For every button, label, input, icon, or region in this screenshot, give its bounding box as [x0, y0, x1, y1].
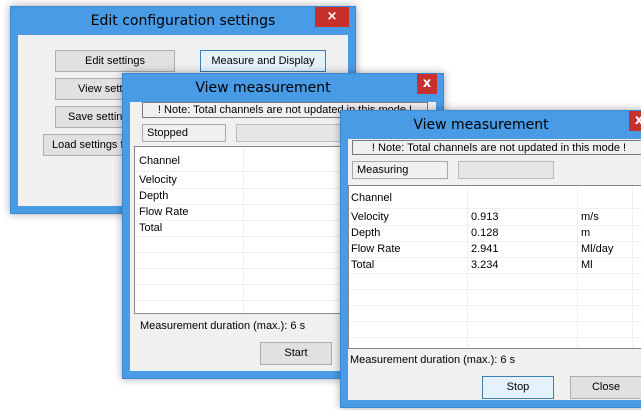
table-header-row: Channel	[349, 188, 641, 209]
start-button[interactable]: Start	[260, 342, 332, 365]
view-measurement-window-measuring: View measurement x ! Note: Total channel…	[340, 110, 641, 408]
table-row	[349, 305, 641, 322]
column-header-channel: Channel	[351, 192, 392, 204]
measurement-duration-label: Measurement duration (max.): 6 s	[350, 354, 516, 366]
channel-name: Flow Rate	[139, 206, 189, 218]
channel-name: Velocity	[351, 211, 389, 223]
view-window-stopped-close-button[interactable]: x	[417, 74, 437, 94]
table-row: Depth 0.128 m	[349, 225, 641, 242]
total-channels-note: ! Note: Total channels are not updated i…	[352, 140, 641, 155]
channel-unit: m/s	[581, 211, 599, 223]
view-window-measuring-body: ! Note: Total channels are not updated i…	[348, 139, 641, 400]
channel-name: Velocity	[139, 174, 177, 186]
measurement-duration-label: Measurement duration (max.): 6 s	[140, 320, 306, 332]
channel-value: 0.128	[471, 227, 499, 239]
view-window-measuring-close-button[interactable]: x	[629, 111, 641, 131]
channel-value: 2.941	[471, 243, 499, 255]
channel-value: 0.913	[471, 211, 499, 223]
view-window-stopped-title: View measurement	[195, 80, 331, 96]
channel-unit: Ml	[581, 259, 593, 271]
channel-unit: Ml/day	[581, 243, 614, 255]
edit-settings-button[interactable]: Edit settings	[55, 50, 175, 72]
view-window-measuring-title: View measurement	[413, 117, 549, 133]
column-header-channel: Channel	[139, 155, 180, 167]
table-row: Total 3.234 Ml	[349, 257, 641, 274]
config-window-title: Edit configuration settings	[90, 13, 276, 29]
channel-name: Total	[139, 222, 163, 234]
measurement-progress-bar	[458, 161, 554, 179]
table-row: Velocity 0.913 m/s	[349, 209, 641, 226]
channel-name: Depth	[139, 190, 169, 202]
channel-value: 3.234	[471, 259, 499, 271]
channel-unit: m	[581, 227, 591, 239]
close-button[interactable]: Close	[570, 376, 641, 399]
config-window-close-button[interactable]: ×	[315, 7, 349, 27]
table-row	[349, 273, 641, 290]
channel-name: Flow Rate	[351, 243, 401, 255]
stop-button[interactable]: Stop	[482, 376, 554, 399]
measure-display-button[interactable]: Measure and Display	[200, 50, 326, 72]
channel-table: Channel Velocity 0.913 m/s Depth 0.128 m…	[348, 185, 641, 349]
channel-name: Depth	[351, 227, 381, 239]
table-row	[349, 289, 641, 306]
table-row: Flow Rate 2.941 Ml/day	[349, 241, 641, 258]
table-row	[349, 321, 641, 338]
status-field: Stopped	[142, 124, 226, 142]
status-field: Measuring	[352, 161, 448, 179]
channel-name: Total	[351, 259, 375, 271]
